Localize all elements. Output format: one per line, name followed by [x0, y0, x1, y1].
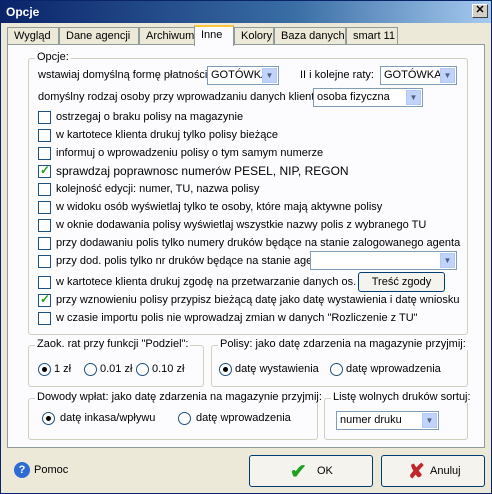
checkbox-label: w oknie dodawania polisy wyświetlaj wszy… [56, 219, 427, 231]
next-rates-value: GOTÓWKA [384, 69, 442, 81]
options-dialog: Opcje ✕ Wygląd Dane agencji Archiwum Inn… [0, 0, 492, 494]
chevron-down-icon: ▼ [262, 68, 277, 83]
checkbox-label: przy wznowieniu polisy przypisz bieżącą … [56, 294, 460, 306]
chevron-down-icon: ▼ [440, 253, 455, 268]
options-group-title: Opcje: [35, 51, 71, 63]
cancel-x-icon: ✘ [408, 461, 425, 483]
checkbox-validate-ids[interactable] [38, 163, 51, 178]
checkbox-consent-print[interactable] [38, 276, 51, 289]
ok-button[interactable]: ✔ OK [249, 455, 373, 487]
checkbox-label: przy dod. polis tylko nr druków będące n… [56, 255, 331, 267]
help-link[interactable]: Pomoc [34, 464, 68, 476]
checkbox-agent-forms[interactable] [38, 255, 51, 268]
radio-payment-entry-date[interactable] [178, 412, 191, 425]
agent-select[interactable]: ▼ [310, 251, 457, 270]
free-forms-group-title: Listę wolnych druków sortuj: [331, 391, 473, 403]
window-title: Opcje [6, 5, 40, 19]
tab-kolory[interactable]: Kolory [234, 27, 274, 45]
radio-issue-date[interactable] [219, 363, 232, 376]
help-icon[interactable]: ? [14, 462, 30, 478]
radio-label: 1 zł [54, 363, 72, 375]
payment-form-select[interactable]: GOTÓWKA ▼ [207, 66, 279, 85]
radio-label: 0.10 zł [152, 363, 185, 375]
tab-dane-agencji[interactable]: Dane agencji [59, 27, 139, 45]
payment-form-label: wstawiaj domyślną formę płatności : [38, 69, 214, 81]
checkbox-current-policies[interactable] [38, 129, 51, 142]
next-rates-select[interactable]: GOTÓWKA ▼ [380, 66, 457, 85]
checkbox-label: sprawdzaj poprawnosc numerów PESEL, NIP,… [56, 164, 349, 178]
radio-label: 0.01 zł [100, 363, 133, 375]
cancel-label: Anuluj [430, 465, 461, 477]
tab-wyglad[interactable]: Wygląd [7, 27, 59, 45]
free-forms-sort-select[interactable]: numer druku ▼ [336, 411, 439, 430]
radio-entry-date[interactable] [330, 363, 343, 376]
chevron-down-icon: ▼ [422, 413, 437, 428]
cancel-button[interactable]: ✘ Anuluj [381, 455, 485, 487]
tab-baza-danych[interactable]: Baza danych [274, 27, 346, 45]
radio-round-010[interactable] [136, 363, 149, 376]
check-icon: ✔ [290, 461, 307, 483]
ok-label: OK [317, 465, 333, 477]
tab-panel-inne: Opcje: wstawiaj domyślną formę płatności… [7, 44, 485, 448]
tab-inne[interactable]: Inne [194, 25, 234, 46]
radio-round-1[interactable] [38, 363, 51, 376]
checkbox-label: przy dodawaniu polis tylko numery druków… [56, 237, 461, 249]
checkbox-label: w kartotece klienta drukuj tylko polisy … [56, 129, 278, 141]
checkbox-edit-order[interactable] [38, 183, 51, 196]
checkbox-renewal-date[interactable] [38, 292, 51, 307]
checkbox-missing-policy[interactable] [38, 111, 51, 124]
radio-collection-date[interactable] [42, 412, 55, 425]
payment-form-value: GOTÓWKA [211, 69, 269, 81]
person-type-select[interactable]: osoba fizyczna ▼ [313, 88, 423, 107]
chevron-down-icon: ▼ [406, 90, 421, 105]
close-icon[interactable]: ✕ [472, 4, 488, 18]
tab-smart-11[interactable]: smart 11 [346, 27, 398, 45]
person-type-label: domyślny rodzaj osoby przy wprowadzaniu … [38, 91, 324, 103]
radio-label: datę wprowadzenia [196, 412, 291, 424]
radio-label: datę wprowadzenia [346, 363, 441, 375]
checkbox-label: informuj o wprowadzeniu polisy o tym sam… [56, 147, 324, 159]
radio-label: datę wystawienia [235, 363, 319, 375]
radio-label: datę inkasa/wpływu [60, 412, 156, 424]
checkbox-all-policy-names[interactable] [38, 219, 51, 232]
checkbox-import-no-changes[interactable] [38, 312, 51, 325]
next-rates-label: II i kolejne raty: [300, 69, 374, 81]
checkbox-active-persons[interactable] [38, 201, 51, 214]
checkbox-label: ostrzegaj o braku polisy na magazynie [56, 111, 244, 123]
title-bar: Opcje ✕ [1, 1, 491, 23]
checkbox-label: kolejność edycji: numer, TU, nazwa polis… [56, 183, 260, 195]
payments-group-title: Dowody wpłat: jako datę zdarzenia na mag… [35, 391, 324, 403]
checkbox-label: w czasie importu polis nie wprowadzaj zm… [56, 312, 418, 324]
consent-text-button[interactable]: Treść zgody [358, 272, 445, 292]
radio-round-001[interactable] [84, 363, 97, 376]
tab-archiwum[interactable]: Archiwum [139, 27, 195, 45]
person-type-value: osoba fizyczna [317, 91, 390, 103]
checkbox-logged-agent-forms[interactable] [38, 237, 51, 250]
checkbox-label: w widoku osób wyświetlaj tylko te osoby,… [56, 201, 383, 213]
free-forms-sort-value: numer druku [340, 414, 402, 426]
policies-group-title: Polisy: jako datę zdarzenia na magazynie… [218, 338, 468, 350]
checkbox-label: w kartotece klienta drukuj zgodę na prze… [56, 276, 357, 288]
chevron-down-icon: ▼ [440, 68, 455, 83]
rounding-group-title: Zaok. rat przy funkcji "Podziel": [35, 338, 191, 350]
checkbox-same-number[interactable] [38, 147, 51, 160]
